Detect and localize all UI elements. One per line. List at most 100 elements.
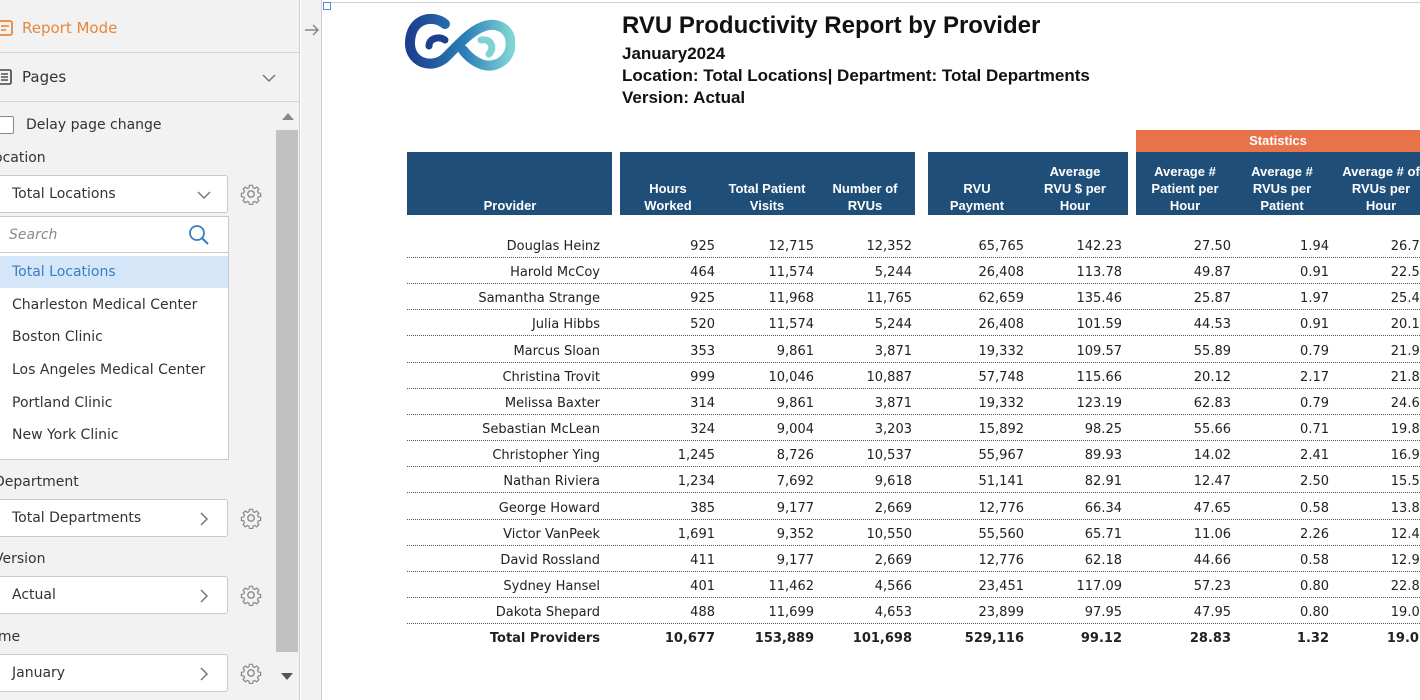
location-option-charleston[interactable]: Charleston Medical Center: [0, 289, 228, 321]
value-cell: 11,574: [768, 317, 815, 333]
location-search-input[interactable]: [9, 225, 179, 245]
value-cell: 5,244: [874, 317, 912, 333]
provider-name-cell: Dakota Shepard: [495, 605, 600, 621]
total-row[interactable]: Total Providers 10,677 153,889 101,698 529,1…: [407, 624, 1420, 650]
table-row[interactable]: Sebastian McLean 324 9,004 3,203 15,892 98.25…: [407, 415, 1420, 442]
value-cell: 26.71: [1390, 239, 1420, 254]
gear-icon[interactable]: [240, 507, 262, 529]
gear-icon[interactable]: [240, 584, 262, 606]
gear-icon[interactable]: [240, 662, 262, 684]
provider-name-cell: Samantha Strange: [478, 291, 600, 307]
value-cell: 11,699: [768, 605, 815, 621]
value-cell: 10,537: [866, 448, 913, 464]
value-cell: 89.93: [1084, 448, 1122, 464]
value-cell: 12.99: [1390, 552, 1420, 568]
value-cell: 153,889: [754, 631, 814, 647]
table-row[interactable]: Nathan Riviera 1,234 7,692 9,618 51,141 82.91…: [407, 467, 1420, 494]
column-header[interactable]: Average RVU $ per Hour: [1028, 152, 1123, 216]
table-row[interactable]: George Howard 385 9,177 2,669 12,776 66.34 47.…: [407, 494, 1420, 520]
column-header[interactable]: Total Patient Visits: [712, 152, 822, 216]
location-option-portland[interactable]: Portland Clinic: [0, 387, 228, 419]
column-header[interactable]: Number of RVUs: [818, 152, 913, 216]
table-row[interactable]: Sydney Hansel 401 11,462 4,566 23,451 117.09 5…: [407, 572, 1420, 598]
scroll-up-arrow[interactable]: [282, 113, 294, 120]
value-cell: 65.71: [1084, 526, 1122, 542]
pages-section-header[interactable]: Pages: [0, 53, 299, 102]
value-cell: 55.66: [1193, 422, 1231, 438]
value-cell: 353: [690, 343, 715, 359]
location-option-boston[interactable]: Boston Clinic: [0, 321, 228, 353]
column-header[interactable]: Provider: [410, 152, 610, 216]
gear-icon[interactable]: [240, 183, 262, 205]
location-select[interactable]: Total Locations: [0, 175, 228, 213]
table-row[interactable]: Marcus Sloan 353 9,861 3,871 19,332 109.57 55.…: [407, 337, 1420, 363]
report-location-line: Location: Total Locations| Department: T…: [622, 66, 1090, 85]
value-cell: 55.89: [1193, 343, 1231, 359]
time-select[interactable]: January: [0, 654, 228, 692]
time-label: ime: [0, 629, 21, 645]
value-cell: 22.84: [1390, 578, 1420, 594]
value-cell: 12.47: [1390, 526, 1420, 542]
table-row[interactable]: Christopher Ying 1,245 8,726 10,537 55,967 89…: [407, 441, 1420, 468]
table-row[interactable]: Julia Hibbs 520 11,574 5,244 26,408 101.59 44.…: [407, 310, 1420, 337]
pages-icon: [0, 69, 12, 85]
value-cell: 55,560: [978, 526, 1025, 542]
value-cell: 3,871: [874, 343, 912, 359]
location-option-los-angeles[interactable]: Los Angeles Medical Center: [0, 354, 228, 386]
value-cell: 925: [690, 291, 715, 307]
panel-collapse-strip[interactable]: [301, 0, 322, 700]
value-cell: 1.94: [1300, 239, 1329, 254]
table-row[interactable]: Victor VanPeek 1,691 9,352 10,550 55,560 65.7…: [407, 520, 1420, 546]
column-header[interactable]: Average # of RVUs per Hour: [1326, 152, 1420, 216]
department-select[interactable]: Total Departments: [0, 499, 228, 537]
value-cell: 4,566: [874, 578, 912, 594]
panel-scrollbar[interactable]: [274, 103, 299, 700]
selection-handle[interactable]: [323, 2, 331, 10]
column-header[interactable]: Average # RVUs per Patient: [1235, 152, 1330, 216]
provider-name-cell: David Rossland: [500, 552, 600, 568]
value-cell: 0.79: [1300, 395, 1329, 411]
scroll-down-arrow[interactable]: [281, 673, 293, 680]
table-row[interactable]: Melissa Baxter 314 9,861 3,871 19,332 123.19 6…: [407, 389, 1420, 415]
value-cell: 0.79: [1300, 343, 1329, 359]
provider-name-cell: Marcus Sloan: [513, 343, 600, 359]
value-cell: 9,352: [776, 526, 814, 542]
table-row[interactable]: Christina Trovit 999 10,046 10,887 57,748 115…: [407, 363, 1420, 389]
location-search-box: [0, 217, 228, 253]
report-period: January2024: [622, 44, 726, 63]
value-cell: 12,715: [768, 239, 815, 254]
scroll-thumb[interactable]: [276, 130, 298, 652]
search-icon[interactable]: [188, 224, 210, 246]
value-cell: 2.17: [1300, 369, 1329, 385]
value-cell: 10,550: [866, 526, 913, 542]
report-mode-toggle[interactable]: Report Mode: [0, 3, 299, 53]
version-select[interactable]: Actual: [0, 576, 228, 614]
value-cell: 19.81: [1390, 422, 1420, 438]
value-cell: 1,245: [677, 448, 715, 464]
location-option-total-locations[interactable]: Total Locations: [0, 256, 228, 288]
table-row[interactable]: Samantha Strange 925 11,968 11,765 62,659 135…: [407, 284, 1420, 311]
value-cell: 44.66: [1193, 552, 1231, 568]
column-header[interactable]: Average # Patient per Hour: [1135, 152, 1235, 216]
value-cell: 101.59: [1076, 317, 1123, 333]
value-cell: 12,352: [866, 239, 913, 254]
value-cell: 9,177: [776, 500, 814, 516]
column-header[interactable]: RVU Payment: [932, 152, 1022, 216]
table-row[interactable]: Douglas Heinz 925 12,715 12,352 65,765 142.23…: [407, 232, 1420, 258]
delay-page-change-checkbox[interactable]: [0, 116, 14, 134]
value-cell: 401: [690, 578, 715, 594]
value-cell: 22.56: [1390, 265, 1420, 281]
provider-name-cell: Sebastian McLean: [482, 422, 600, 438]
value-cell: 55,967: [978, 448, 1025, 464]
table-row[interactable]: David Rossland 411 9,177 2,669 12,776 62.18 44…: [407, 546, 1420, 572]
provider-name-cell: George Howard: [498, 500, 600, 516]
table-row[interactable]: Dakota Shepard 488 11,699 4,653 23,899 97.95 4…: [407, 598, 1420, 625]
provider-name-cell: Christina Trovit: [502, 369, 600, 385]
column-header[interactable]: Hours Worked: [628, 152, 708, 216]
location-option-new-york[interactable]: New York Clinic: [0, 419, 228, 451]
value-cell: 65,765: [978, 239, 1025, 254]
chevron-down-icon[interactable]: [262, 71, 276, 85]
arrow-right-icon[interactable]: [304, 22, 320, 38]
value-cell: 25.87: [1193, 291, 1231, 307]
table-row[interactable]: Harold McCoy 464 11,574 5,244 26,408 113.78 49…: [407, 258, 1420, 285]
